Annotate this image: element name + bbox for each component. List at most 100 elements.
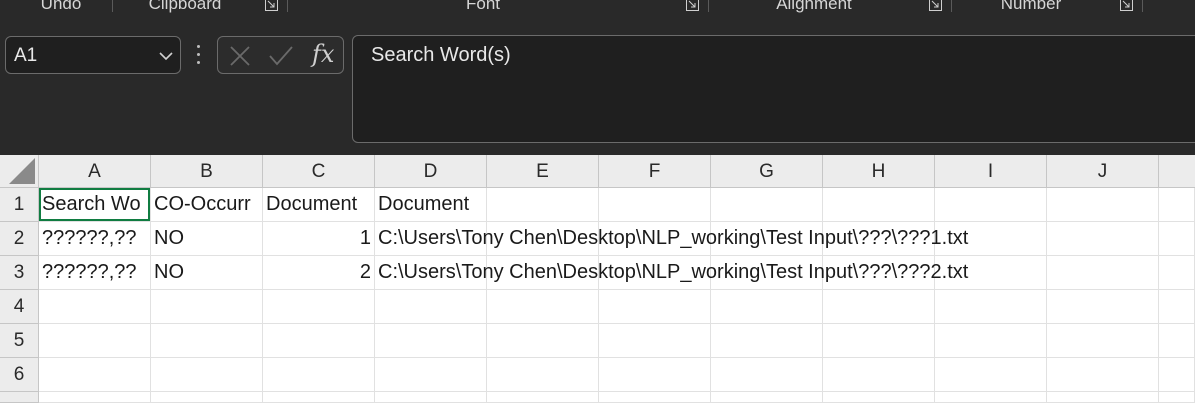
column-header-c[interactable]: C: [263, 155, 375, 188]
empty-cell[interactable]: [599, 188, 711, 222]
empty-cell[interactable]: [1047, 188, 1159, 222]
row-header-5[interactable]: 5: [0, 324, 39, 358]
empty-cell[interactable]: [487, 392, 599, 403]
column-header-i[interactable]: I: [935, 155, 1047, 188]
number-dialog-launcher-icon[interactable]: [1120, 0, 1133, 11]
ribbon-divider: [1142, 0, 1143, 12]
font-dialog-launcher-icon[interactable]: [686, 0, 699, 11]
empty-cell[interactable]: [39, 324, 151, 358]
name-box[interactable]: A1: [5, 36, 181, 74]
empty-cell[interactable]: [39, 358, 151, 392]
empty-cell[interactable]: [823, 290, 935, 324]
chevron-down-icon[interactable]: [158, 49, 174, 67]
empty-cell[interactable]: [1159, 256, 1195, 290]
empty-cell[interactable]: [711, 188, 823, 222]
cancel-icon[interactable]: [228, 44, 252, 68]
empty-cell[interactable]: [711, 290, 823, 324]
more-options-icon[interactable]: [196, 45, 202, 65]
empty-cell[interactable]: [599, 392, 711, 403]
empty-cell[interactable]: [599, 358, 711, 392]
cell-d3[interactable]: C:\Users\Tony Chen\Desktop\NLP_working\T…: [375, 256, 968, 290]
row-header-3[interactable]: 3: [0, 256, 39, 290]
column-header-a[interactable]: A: [39, 155, 151, 188]
empty-cell[interactable]: [263, 392, 375, 403]
empty-cell[interactable]: [151, 324, 263, 358]
empty-cell[interactable]: [151, 392, 263, 403]
empty-cell[interactable]: [1159, 290, 1195, 324]
column-header-b[interactable]: B: [151, 155, 263, 188]
cell-c3[interactable]: 2: [263, 256, 375, 290]
empty-cell[interactable]: [263, 290, 375, 324]
empty-cell[interactable]: [375, 290, 487, 324]
empty-cell[interactable]: [1047, 392, 1159, 403]
empty-cell[interactable]: [1159, 324, 1195, 358]
formula-input[interactable]: Search Word(s): [352, 35, 1195, 143]
column-header-g[interactable]: G: [711, 155, 823, 188]
cell-b1[interactable]: CO-Occurr: [151, 188, 263, 222]
column-header-d[interactable]: D: [375, 155, 487, 188]
empty-cell[interactable]: [487, 358, 599, 392]
empty-cell[interactable]: [263, 358, 375, 392]
cell-a3[interactable]: ??????,??: [39, 256, 151, 290]
cell-b3[interactable]: NO: [151, 256, 263, 290]
empty-cell[interactable]: [375, 392, 487, 403]
empty-cell[interactable]: [711, 324, 823, 358]
empty-cell[interactable]: [151, 358, 263, 392]
column-header-j[interactable]: J: [1047, 155, 1159, 188]
ribbon-divider: [951, 0, 952, 12]
clipboard-dialog-launcher-icon[interactable]: [265, 0, 278, 11]
insert-function-button[interactable]: fx: [312, 40, 334, 68]
row-header-1[interactable]: 1: [0, 188, 39, 222]
row-header-2[interactable]: 2: [0, 222, 39, 256]
ribbon-group-alignment: Alignment: [776, 0, 852, 13]
cell-b2[interactable]: NO: [151, 222, 263, 256]
empty-cell[interactable]: [487, 188, 599, 222]
row-header-7[interactable]: [0, 392, 39, 403]
empty-cell[interactable]: [599, 290, 711, 324]
empty-cell[interactable]: [599, 324, 711, 358]
column-header-h[interactable]: H: [823, 155, 935, 188]
empty-cell[interactable]: [39, 290, 151, 324]
empty-cell[interactable]: [823, 188, 935, 222]
empty-cell[interactable]: [1159, 392, 1195, 403]
cell-a1[interactable]: Search Wo: [39, 188, 151, 222]
empty-cell[interactable]: [263, 324, 375, 358]
empty-cell[interactable]: [935, 188, 1047, 222]
empty-cell[interactable]: [375, 358, 487, 392]
empty-cell[interactable]: [1047, 290, 1159, 324]
empty-cell[interactable]: [935, 358, 1047, 392]
empty-cell[interactable]: [151, 290, 263, 324]
row-header-6[interactable]: 6: [0, 358, 39, 392]
empty-cell[interactable]: [935, 392, 1047, 403]
empty-cell[interactable]: [1159, 188, 1195, 222]
empty-cell[interactable]: [1047, 358, 1159, 392]
select-all-button[interactable]: [0, 155, 39, 188]
empty-cell[interactable]: [1047, 256, 1159, 290]
empty-cell[interactable]: [935, 290, 1047, 324]
empty-cell[interactable]: [1047, 222, 1159, 256]
row-header-4[interactable]: 4: [0, 290, 39, 324]
empty-cell[interactable]: [823, 324, 935, 358]
empty-cell[interactable]: [823, 358, 935, 392]
cell-c2[interactable]: 1: [263, 222, 375, 256]
empty-cell[interactable]: [823, 392, 935, 403]
empty-cell[interactable]: [487, 324, 599, 358]
column-header-k[interactable]: [1159, 155, 1195, 188]
empty-cell[interactable]: [1159, 222, 1195, 256]
empty-cell[interactable]: [39, 392, 151, 403]
cell-c1[interactable]: Document: [263, 188, 375, 222]
column-header-e[interactable]: E: [487, 155, 599, 188]
empty-cell[interactable]: [487, 290, 599, 324]
empty-cell[interactable]: [1047, 324, 1159, 358]
empty-cell[interactable]: [711, 358, 823, 392]
empty-cell[interactable]: [375, 324, 487, 358]
cell-a2[interactable]: ??????,??: [39, 222, 151, 256]
empty-cell[interactable]: [711, 392, 823, 403]
enter-check-icon[interactable]: [268, 44, 293, 68]
alignment-dialog-launcher-icon[interactable]: [929, 0, 942, 11]
empty-cell[interactable]: [935, 324, 1047, 358]
cell-d2[interactable]: C:\Users\Tony Chen\Desktop\NLP_working\T…: [375, 222, 968, 256]
cell-d1[interactable]: Document: [375, 188, 487, 222]
column-header-f[interactable]: F: [599, 155, 711, 188]
empty-cell[interactable]: [1159, 358, 1195, 392]
